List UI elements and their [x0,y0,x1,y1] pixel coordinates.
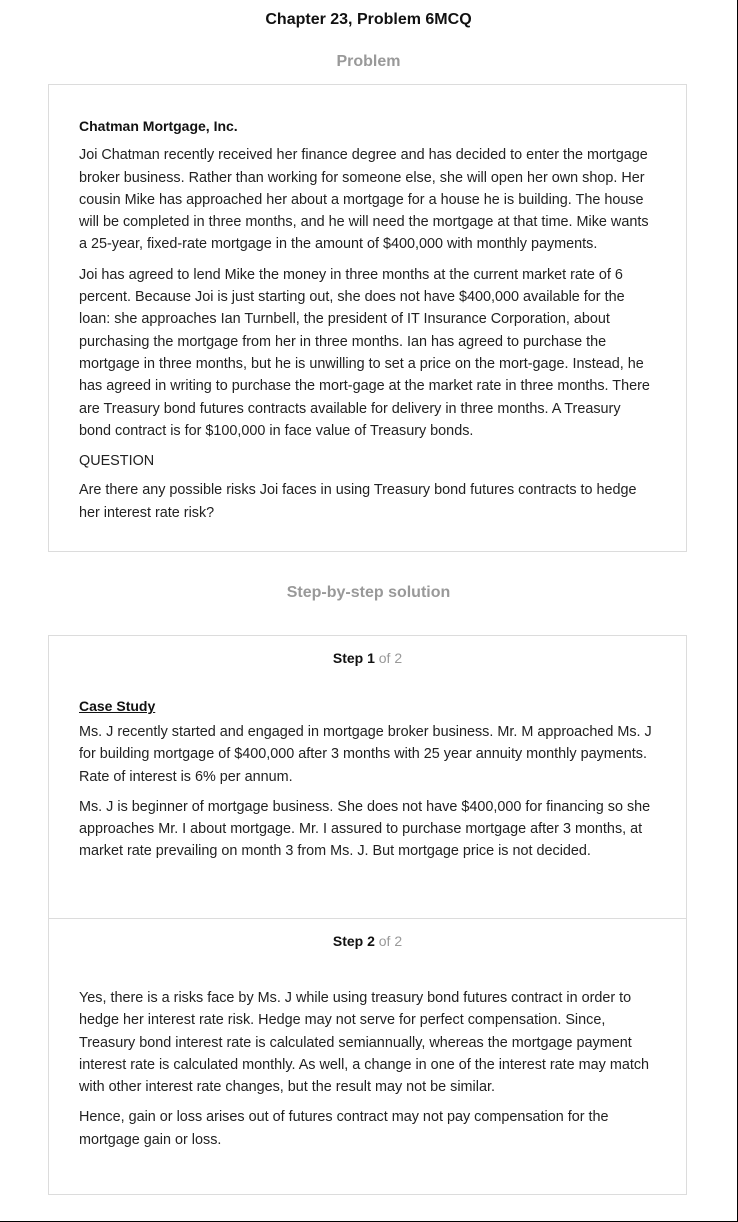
step-1-header: Step 1 of 2 [79,636,656,672]
step-2-paragraph: Hence, gain or loss arises out of future… [79,1109,609,1148]
step-count: of 2 [378,650,403,666]
step-1-paragraph: Ms. J recently started and engaged in mo… [79,724,652,785]
page-title: Chapter 23, Problem 6MCQ [265,11,472,28]
step-2-header: Step 2 of 2 [79,919,656,955]
step-1: Step 1 of 2 Case Study Ms. J recently st… [49,636,686,919]
problem-paragraph: Joi has agreed to lend Mike the money in… [79,266,650,439]
question-text: Are there any possible risks Joi faces i… [79,482,637,521]
question-label: QUESTION [79,453,155,470]
problem-box: Chatman Mortgage, Inc. Joi Chatman recen… [48,84,687,552]
step-2-body: Yes, there is a risks face by Ms. J whil… [79,987,656,1151]
solution-box: Step 1 of 2 Case Study Ms. J recently st… [48,635,687,1195]
step-label: Step 2 [332,933,375,949]
problem-paragraph: Joi Chatman recently received her financ… [79,147,649,253]
step-2-paragraph: Yes, there is a risks face by Ms. J whil… [79,990,650,1096]
company-name: Chatman Mortgage, Inc. [79,118,238,134]
step-count: of 2 [378,933,403,949]
case-study-heading: Case Study [79,698,156,714]
step-1-paragraph: Ms. J is beginner of mortgage business. … [79,798,651,860]
problem-heading: Problem [336,53,401,70]
step-label: Step 1 [332,650,375,666]
solution-heading: Step-by-step solution [286,584,451,601]
step-2: Step 2 of 2 Yes, there is a risks face b… [49,919,686,1194]
